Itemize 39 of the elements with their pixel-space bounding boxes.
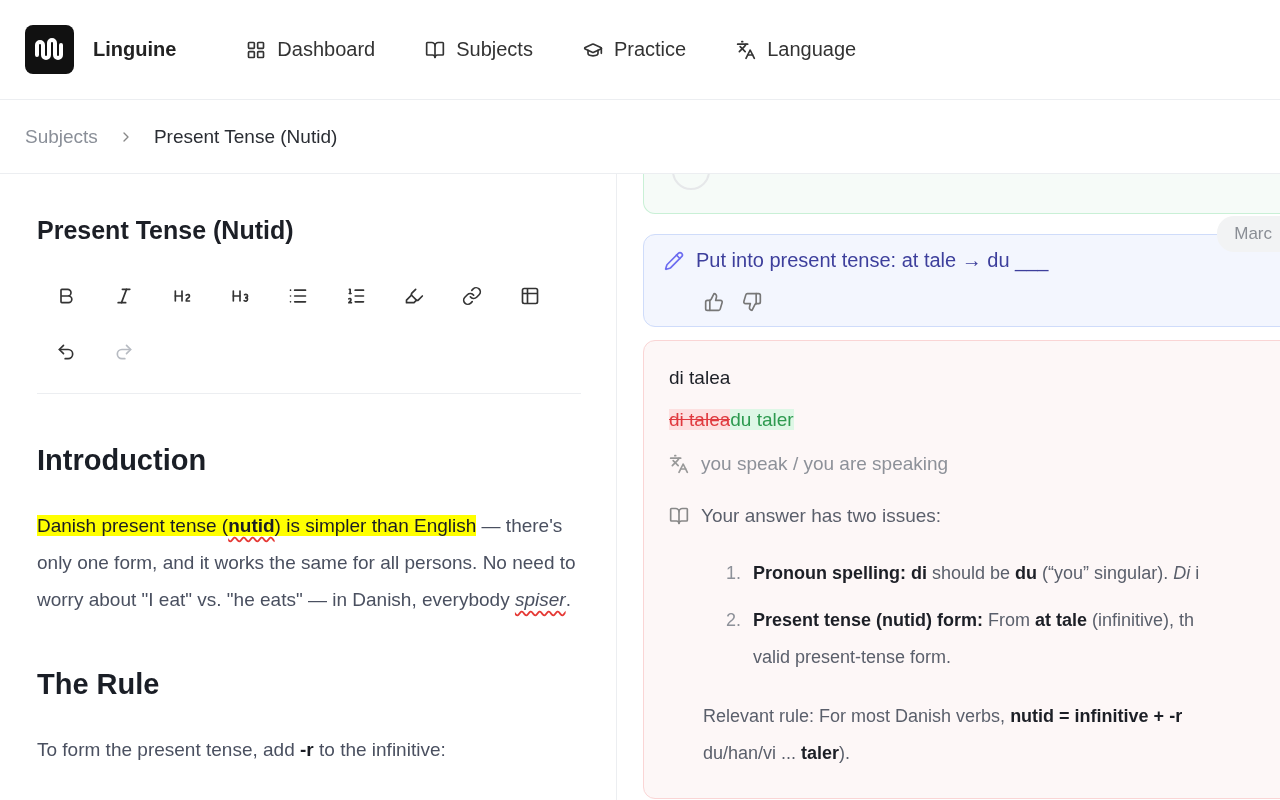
thumbs-up-button[interactable]	[704, 292, 724, 312]
list-number: 2.	[726, 609, 741, 632]
redo-icon	[114, 342, 134, 362]
breadcrumb-link[interactable]: Present Tense (Nutid)	[153, 125, 338, 148]
paragraph: Danish present tense (nutid) is simpler than English — there's only one form, and it works the same for all persons. No need to worry about "I eat" vs. "he eats" — in Danish, everybody spiser.	[37, 514, 577, 612]
list-number: 1.	[726, 562, 741, 585]
nav-link[interactable]: Subjects	[425, 38, 533, 61]
book-icon	[425, 39, 446, 60]
explanation-intro: Your answer has two issues:	[701, 505, 942, 527]
pencil-icon	[664, 250, 684, 271]
book-icon	[669, 506, 689, 526]
document-title: Present Tense (Nutid)	[37, 216, 295, 245]
link-icon	[462, 286, 482, 306]
translate-icon	[736, 39, 757, 60]
nav-link[interactable]: Language	[736, 38, 857, 61]
logo-icon	[25, 25, 74, 74]
undo-icon	[56, 342, 76, 362]
table-icon	[520, 286, 540, 306]
user-answer: di talea	[669, 367, 732, 389]
section-heading: Introduction	[37, 444, 208, 477]
thumbs-down-button[interactable]	[742, 292, 762, 312]
issue-text: Present tense (nutid) form: From at tale (infinitive), th valid present-tense form.	[753, 609, 1195, 669]
highlighter-icon	[404, 286, 424, 306]
grid-icon	[246, 39, 267, 60]
italic-icon	[114, 286, 134, 306]
rule-text: Relevant rule: For most Danish verbs, nutid = infinitive + -r du/han/vi ... taler).	[703, 705, 1184, 765]
issue-text: Pronoun spelling: di should be du (“you” singular). Di i	[753, 562, 1200, 585]
exercise-prompt: Put into present tense: at tale → du ___	[696, 249, 1049, 272]
nav-link[interactable]: Dashboard	[246, 38, 376, 61]
section-heading: The Rule	[37, 668, 161, 701]
nav-link[interactable]: Practice	[582, 38, 687, 61]
translate-icon	[669, 454, 689, 474]
bullet-list-icon	[288, 286, 308, 306]
paragraph: To form the present tense, add -r to the infinitive:	[37, 738, 447, 762]
date-pill: Marc	[1217, 216, 1280, 252]
translation: you speak / you are speaking	[701, 453, 949, 475]
answer-diff: di taleadu taler	[669, 409, 795, 431]
numbered-list-icon	[346, 286, 366, 306]
brand-name: Linguine	[93, 38, 177, 61]
